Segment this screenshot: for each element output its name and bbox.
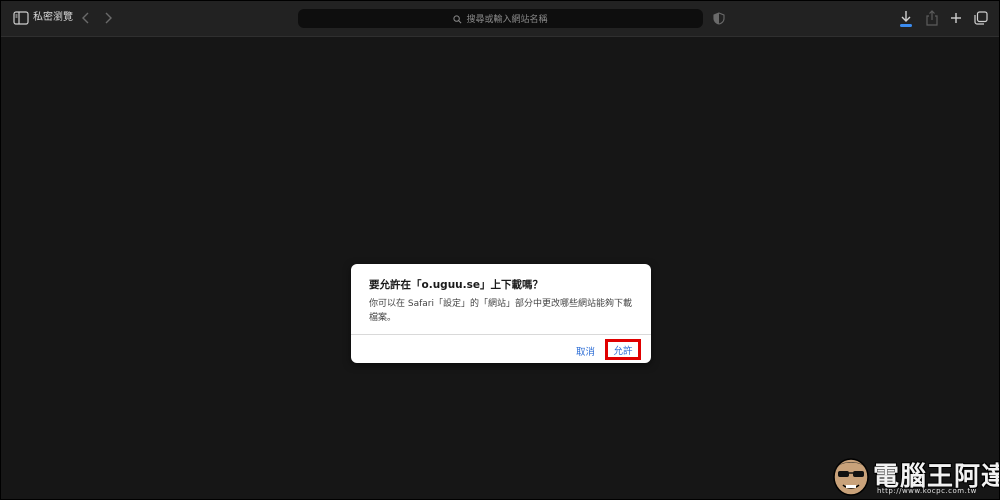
toolbar: 私密瀏覽 搜尋或輸入網站名稱: [1, 1, 999, 37]
address-placeholder: 搜尋或輸入網站名稱: [466, 15, 548, 25]
mascot-logo: [829, 453, 873, 497]
chevron-right-icon[interactable]: [101, 10, 115, 26]
chevron-left-icon[interactable]: [79, 10, 93, 26]
watermark-url: http://www.kocpc.com.tw: [877, 487, 977, 495]
download-permission-dialog: 要允許在「o.uguu.se」上下載嗎？ 你可以在 Safari「設定」的「網站…: [351, 264, 651, 363]
cancel-button[interactable]: 取消: [576, 344, 595, 358]
private-browsing-label: 私密瀏覽: [33, 12, 73, 23]
address-bar[interactable]: 搜尋或輸入網站名稱: [298, 9, 703, 28]
dialog-divider: [351, 334, 651, 335]
allow-button-label: 允許: [613, 345, 633, 357]
share-icon[interactable]: [924, 9, 940, 27]
dialog-message: 你可以在 Safari「設定」的「網站」部分中更改哪些網站能夠下載檔案。: [369, 299, 632, 323]
dialog-title: 要允許在「o.uguu.se」上下載嗎？: [369, 279, 544, 291]
allow-button[interactable]: 允許: [605, 339, 641, 360]
sidebar-icon[interactable]: [13, 10, 29, 26]
shield-icon[interactable]: [712, 11, 726, 25]
download-icon[interactable]: [898, 9, 914, 29]
tabs-overview-icon[interactable]: [973, 10, 989, 26]
browser-window: 私密瀏覽 搜尋或輸入網站名稱 要允許在「o.uguu.se」上下載嗎？ 你可以在…: [0, 0, 1000, 500]
search-icon: [453, 9, 462, 28]
watermark: 電腦王阿達 http://www.kocpc.com.tw: [829, 453, 999, 497]
plus-icon[interactable]: [948, 10, 964, 26]
